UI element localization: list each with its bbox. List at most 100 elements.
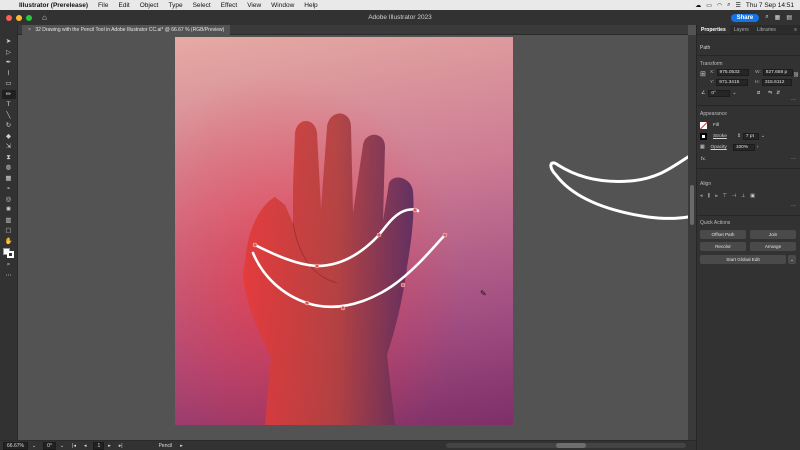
more-align-options-icon[interactable]: ⋯ bbox=[791, 204, 796, 209]
rectangle-tool[interactable]: ▭ bbox=[2, 79, 16, 89]
minimize-window-button[interactable] bbox=[16, 14, 22, 21]
wifi-icon[interactable]: ◠ bbox=[717, 2, 722, 9]
x-field[interactable]: 975.0533 bbox=[716, 69, 749, 76]
global-edit-options-icon[interactable]: ⌄ bbox=[788, 255, 796, 264]
align-horizontal-center-icon[interactable]: ⫼ bbox=[708, 193, 710, 199]
flip-vertical-icon[interactable]: ⇵ bbox=[776, 91, 780, 96]
symbol-sprayer-tool[interactable]: ✺ bbox=[2, 205, 16, 215]
more-appearance-options-icon[interactable]: ⋯ bbox=[791, 157, 796, 162]
offset-path-button[interactable]: Offset Path bbox=[700, 230, 746, 239]
artboard[interactable] bbox=[175, 37, 513, 425]
zoom-tool[interactable]: ⌕ bbox=[2, 260, 16, 270]
fill-swatch[interactable] bbox=[700, 122, 707, 129]
menu-type[interactable]: Type bbox=[164, 2, 188, 9]
zoom-dropdown-icon[interactable]: ⌄ bbox=[28, 443, 40, 449]
status-menu-icon[interactable]: ▸ bbox=[176, 443, 187, 449]
width-tool[interactable]: ⧗ bbox=[2, 153, 16, 163]
align-to-icon[interactable]: ▣ bbox=[750, 194, 755, 199]
align-right-icon[interactable]: ⫸ bbox=[715, 193, 718, 199]
tab-properties[interactable]: Properties bbox=[697, 25, 730, 34]
vertical-scroll-thumb[interactable] bbox=[690, 185, 694, 225]
menu-app[interactable]: Illustrator (Prerelease) bbox=[14, 2, 93, 9]
search-icon[interactable]: ⌕ bbox=[727, 2, 730, 9]
menu-file[interactable]: File bbox=[93, 2, 113, 9]
previous-artboard-icon[interactable]: ◂ bbox=[80, 443, 91, 449]
tab-libraries[interactable]: Libraries bbox=[753, 25, 780, 34]
menu-select[interactable]: Select bbox=[188, 2, 216, 9]
stroke-swatch[interactable] bbox=[700, 133, 707, 140]
workspace-icon[interactable]: ▤ bbox=[786, 14, 792, 21]
pasted-path[interactable] bbox=[538, 145, 688, 235]
rotation-dropdown-icon[interactable]: ⌄ bbox=[56, 443, 68, 449]
opacity-menu-icon[interactable]: › bbox=[757, 145, 759, 150]
search-help-icon[interactable]: ⌕ bbox=[765, 14, 768, 21]
angle-field[interactable]: 0° bbox=[708, 90, 731, 97]
eyedropper-tool[interactable]: ⌁ bbox=[2, 184, 16, 194]
last-artboard-icon[interactable]: ▸| bbox=[115, 443, 127, 449]
more-transform-options-icon[interactable]: ⋯ bbox=[791, 98, 796, 103]
creative-cloud-icon[interactable]: ☁ bbox=[695, 2, 701, 9]
stroke-dropdown-icon[interactable]: ⌄ bbox=[761, 134, 765, 139]
stroke-label[interactable]: Stroke bbox=[713, 134, 727, 139]
shear-icon[interactable]: ⧄ bbox=[757, 90, 760, 96]
menu-window[interactable]: Window bbox=[266, 2, 299, 9]
share-button[interactable]: Share bbox=[730, 13, 760, 22]
panel-menu-icon[interactable]: ≡ bbox=[794, 25, 800, 34]
horizontal-scrollbar[interactable] bbox=[446, 443, 686, 448]
edit-toolbar-icon[interactable]: ⋯ bbox=[2, 271, 16, 281]
zoom-window-button[interactable] bbox=[26, 14, 32, 21]
menu-help[interactable]: Help bbox=[299, 2, 322, 9]
graph-tool[interactable]: ▥ bbox=[2, 216, 16, 226]
curvature-tool[interactable]: ⌇ bbox=[2, 69, 16, 79]
first-artboard-icon[interactable]: |◂ bbox=[68, 443, 80, 449]
document-tab[interactable]: × 32 Drawing with the Pencil Tool in Ado… bbox=[22, 25, 231, 35]
type-tool[interactable]: T bbox=[2, 100, 16, 110]
menu-object[interactable]: Object bbox=[135, 2, 164, 9]
arrange-documents-icon[interactable]: ▦ bbox=[775, 14, 781, 21]
start-global-edit-button[interactable]: Start Global Edit bbox=[700, 255, 786, 264]
align-left-icon[interactable]: ⫷ bbox=[700, 193, 703, 199]
direct-selection-tool[interactable]: ▷ bbox=[2, 48, 16, 58]
w-field[interactable]: 827.658 p bbox=[762, 69, 793, 76]
fx-label[interactable]: fx. bbox=[701, 157, 706, 162]
constrain-proportions-icon[interactable]: ⛓ bbox=[793, 73, 799, 78]
tab-layers[interactable]: Layers bbox=[730, 25, 753, 34]
align-bottom-icon[interactable]: ⊥ bbox=[741, 194, 745, 199]
rotate-tool[interactable]: ↻ bbox=[2, 121, 16, 131]
blend-tool[interactable]: ◎ bbox=[2, 195, 16, 205]
align-vertical-center-icon[interactable]: ⊣ bbox=[732, 194, 736, 199]
vertical-scrollbar[interactable] bbox=[688, 35, 696, 440]
horizontal-scroll-thumb[interactable] bbox=[556, 443, 586, 448]
stroke-weight-field[interactable]: 7 pt bbox=[742, 133, 759, 140]
close-window-button[interactable] bbox=[6, 14, 12, 21]
recolor-button[interactable]: Recolor bbox=[700, 242, 746, 251]
close-tab-icon[interactable]: × bbox=[28, 27, 31, 33]
opacity-label[interactable]: Opacity bbox=[711, 145, 727, 150]
align-top-icon[interactable]: ⊤ bbox=[723, 194, 727, 199]
menu-view[interactable]: View bbox=[242, 2, 266, 9]
gradient-tool[interactable]: ▦ bbox=[2, 174, 16, 184]
next-artboard-icon[interactable]: ▸ bbox=[104, 443, 115, 449]
join-button[interactable]: Join bbox=[750, 230, 796, 239]
artboard-tool[interactable]: ▢ bbox=[2, 226, 16, 236]
rotation-field[interactable]: 0° bbox=[43, 441, 56, 450]
reference-point-icon[interactable]: ⊞ bbox=[700, 70, 706, 78]
canvas[interactable]: ✎ bbox=[18, 35, 688, 440]
eraser-tool[interactable]: ◆ bbox=[2, 132, 16, 142]
hand-tool[interactable]: ✋ bbox=[2, 237, 16, 247]
opacity-field[interactable]: 100% bbox=[732, 144, 755, 151]
angle-dropdown-icon[interactable]: ⌄ bbox=[732, 91, 736, 96]
menu-edit[interactable]: Edit bbox=[114, 2, 135, 9]
h-field[interactable]: 315.6112 bbox=[761, 79, 792, 86]
shape-builder-tool[interactable]: ◍ bbox=[2, 163, 16, 173]
fill-stroke-swatches[interactable] bbox=[2, 247, 16, 259]
control-center-icon[interactable]: ☰ bbox=[736, 2, 741, 9]
menu-effect[interactable]: Effect bbox=[216, 2, 243, 9]
zoom-field[interactable]: 66.67% bbox=[3, 441, 28, 450]
menubar-clock[interactable]: Thu 7 Sep 14:51 bbox=[746, 2, 794, 9]
battery-icon[interactable]: ▭ bbox=[706, 2, 712, 9]
line-tool[interactable]: ╲ bbox=[2, 111, 16, 121]
stroke-color-swatch[interactable] bbox=[6, 251, 14, 258]
home-icon[interactable]: ⌂ bbox=[42, 13, 47, 22]
selection-tool[interactable]: ➤ bbox=[2, 37, 16, 47]
